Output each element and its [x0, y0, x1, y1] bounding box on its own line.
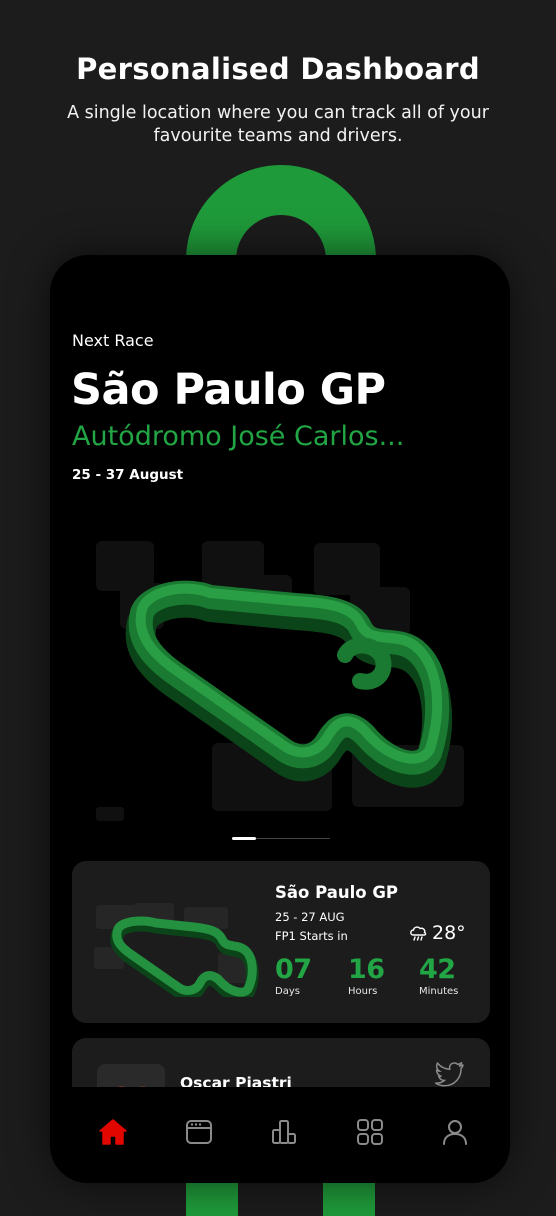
rain-cloud-icon — [410, 926, 427, 941]
race-card[interactable]: São Paulo GP 25 - 27 AUG FP1 Starts in 2… — [72, 861, 490, 1023]
carousel-indicator[interactable] — [232, 837, 330, 840]
home-icon — [99, 1119, 127, 1145]
weather: 28° — [408, 922, 466, 944]
nav-grid[interactable] — [353, 1115, 387, 1149]
next-race-label: Next Race — [72, 331, 154, 350]
track-thumbnail-image — [94, 903, 259, 997]
card-race-date: 25 - 27 AUG — [275, 910, 345, 924]
nav-profile[interactable] — [438, 1115, 472, 1149]
nav-standings[interactable] — [267, 1115, 301, 1149]
nav-calendar[interactable] — [182, 1115, 216, 1149]
nav-home[interactable] — [96, 1115, 130, 1149]
card-race-title: São Paulo GP — [275, 883, 399, 902]
track-hero-image[interactable] — [90, 535, 480, 825]
race-title[interactable]: São Paulo GP — [71, 365, 386, 415]
race-dates: 25 - 37 August — [72, 467, 184, 483]
decorative-bar-left — [186, 1180, 238, 1216]
countdown-minutes: 42 Minutes — [419, 954, 459, 998]
session-label: FP1 Starts in — [275, 929, 348, 943]
race-circuit: Autódromo José Carlos... — [72, 421, 405, 452]
page-title: Personalised Dashboard — [76, 52, 480, 86]
profile-icon — [443, 1120, 467, 1145]
temperature: 28° — [432, 922, 466, 944]
decorative-bar-right — [323, 1180, 375, 1216]
bottom-nav — [50, 1087, 510, 1183]
grid-icon — [356, 1119, 383, 1145]
standings-icon — [272, 1120, 296, 1144]
phone-screen: Next Race São Paulo GP Autódromo José Ca… — [50, 255, 510, 1183]
calendar-icon — [185, 1120, 212, 1144]
carousel-active-dot — [232, 837, 256, 840]
twitter-icon[interactable] — [434, 1062, 464, 1088]
countdown-hours: 16 Hours — [348, 954, 385, 998]
page-subtitle: A single location where you can track al… — [67, 103, 489, 146]
countdown-days: 07 Days — [275, 954, 312, 998]
